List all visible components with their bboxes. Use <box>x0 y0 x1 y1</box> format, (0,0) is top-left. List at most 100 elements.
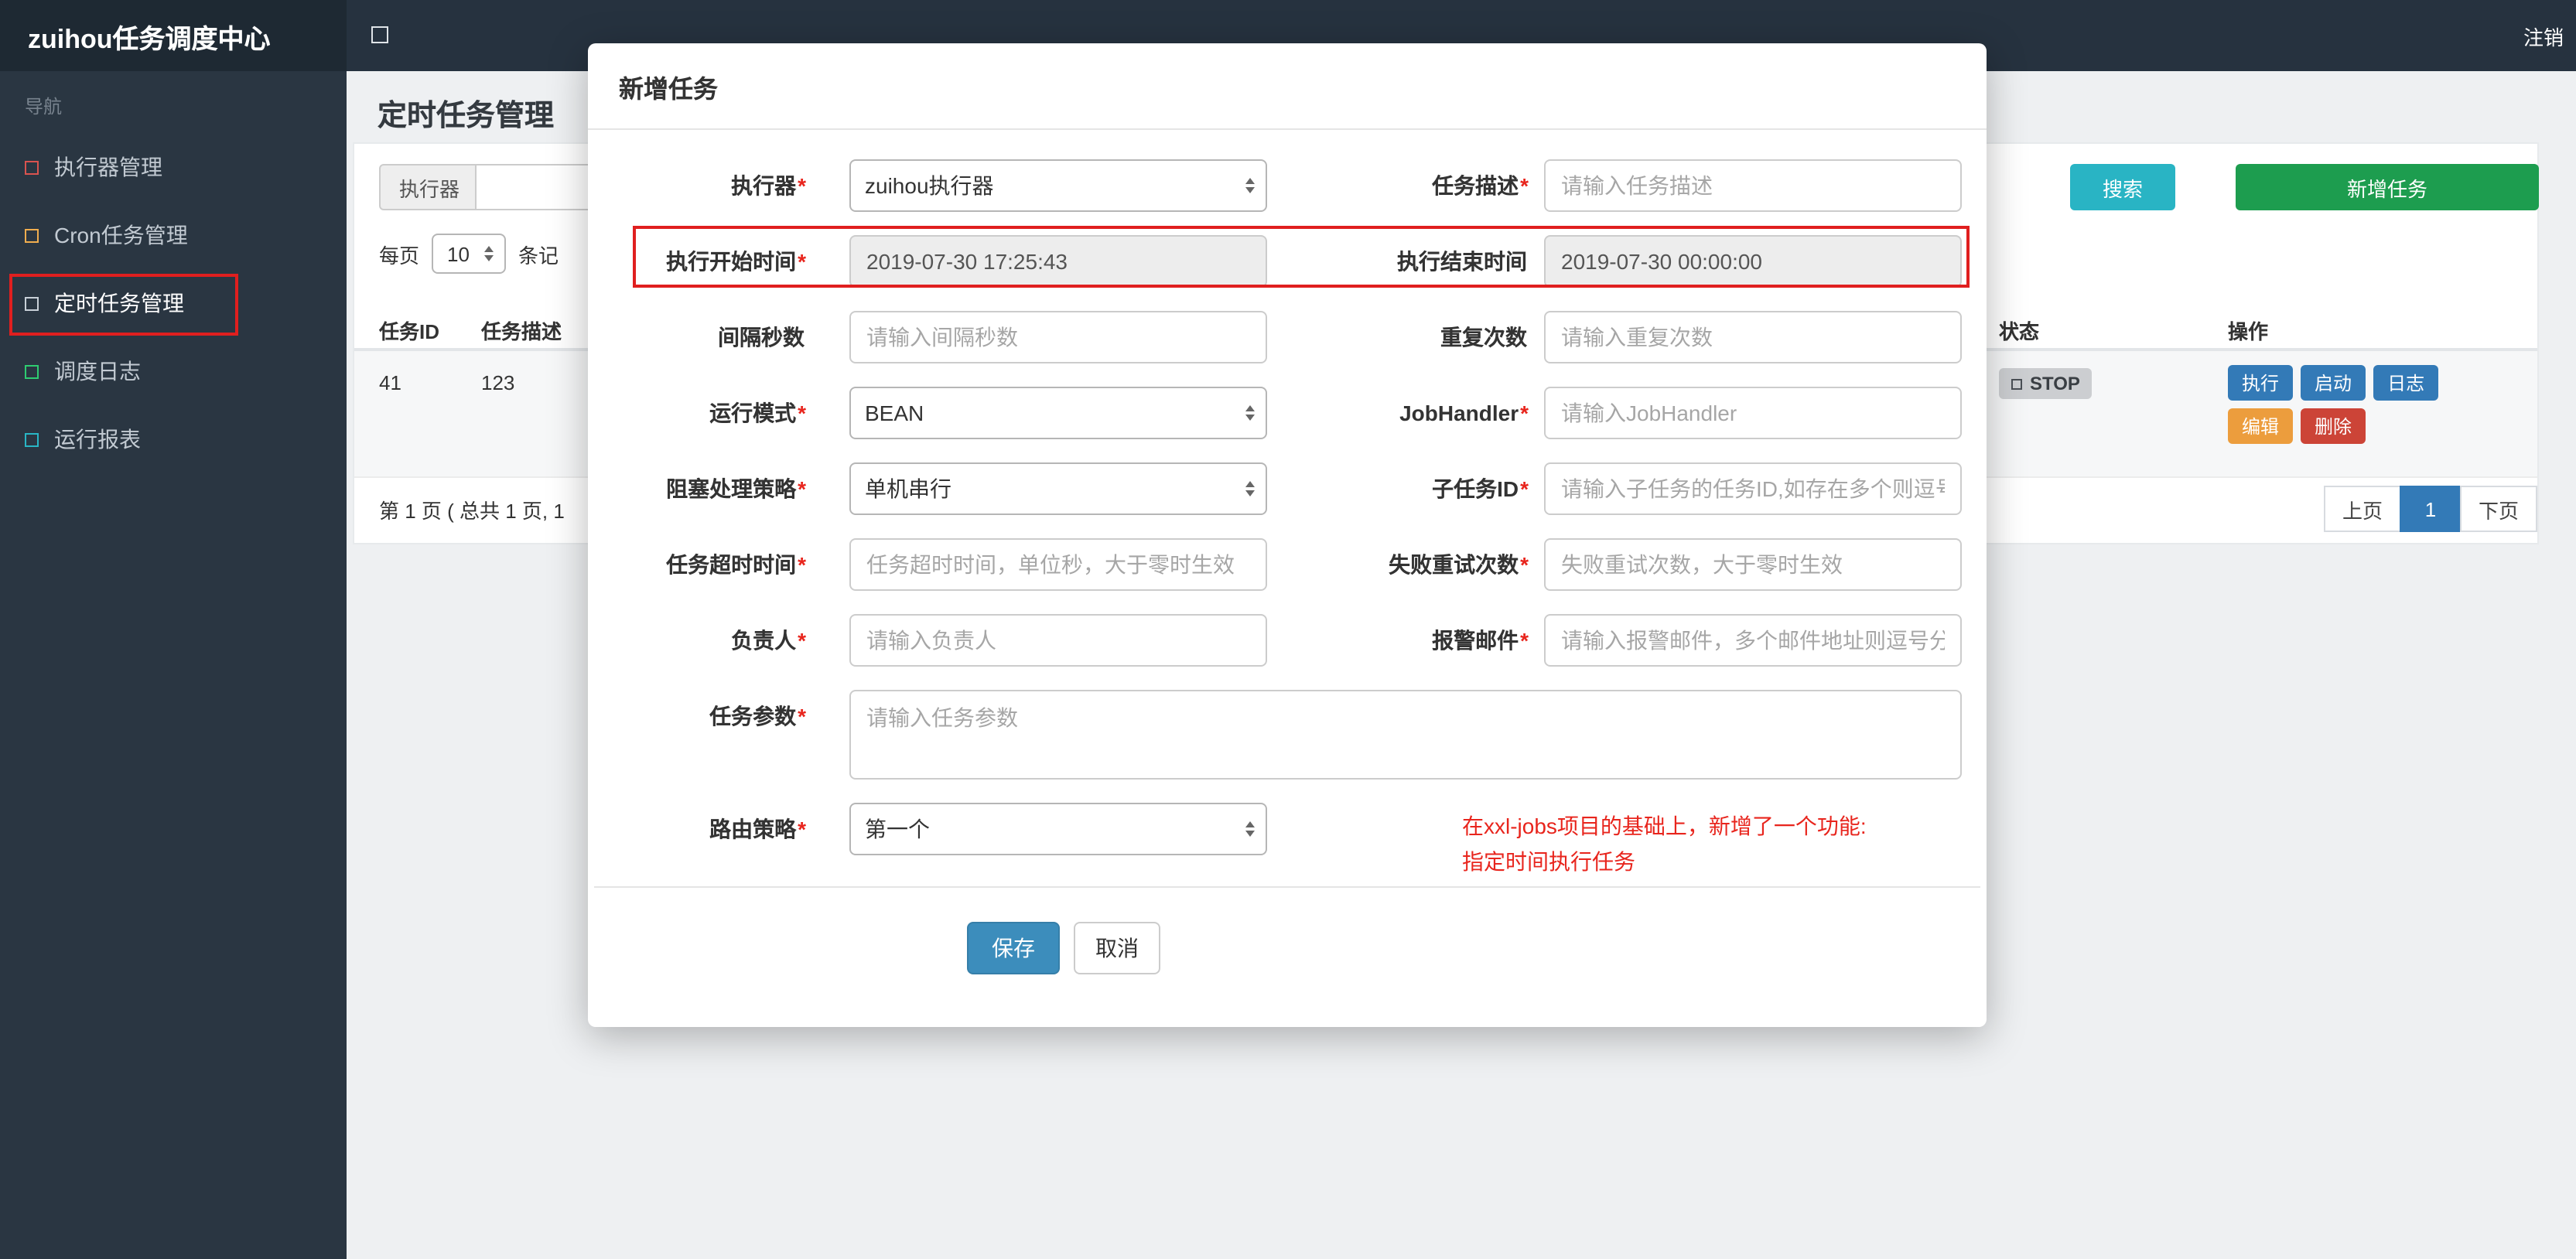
log-button[interactable]: 日志 <box>2373 365 2439 401</box>
sidebar-item-timed-task-management[interactable]: 定时任务管理 <box>0 269 347 337</box>
cron-square-icon <box>25 228 39 242</box>
dispatch-log-square-icon <box>25 364 39 378</box>
required-asterisk: * <box>1520 628 1529 653</box>
select-arrows-icon <box>1245 821 1255 837</box>
sidebar-item-executor-management[interactable]: 执行器管理 <box>0 133 347 201</box>
save-button[interactable]: 保存 <box>967 922 1060 974</box>
run-mode-select[interactable]: BEAN <box>849 387 1267 439</box>
search-button[interactable]: 搜索 <box>2070 164 2175 210</box>
modal-body: 执行器* zuihou执行器 任务描述* 执行开始时间* 执行结束时间 间隔秒数 <box>588 130 1987 874</box>
job-desc-label: 任务描述 * <box>1298 170 1529 201</box>
sidebar-item-label: 定时任务管理 <box>54 291 184 316</box>
pagination-summary: 第 1 页 ( 总共 1 页, 1 <box>379 500 565 523</box>
per-page-select[interactable]: 10 <box>432 234 507 274</box>
per-page-prefix: 每页 <box>379 244 420 267</box>
brand-title: zuihou任务调度中心 <box>0 0 347 71</box>
label-text: 执行开始时间 <box>666 249 797 274</box>
sidebar-item-label: 运行报表 <box>54 427 141 452</box>
jobhandler-input[interactable] <box>1544 387 1962 439</box>
select-arrows-icon <box>1245 405 1255 421</box>
required-asterisk: * <box>1520 476 1529 501</box>
sidebar-item-label: 调度日志 <box>54 359 141 384</box>
run-mode-select-value: BEAN <box>865 401 924 425</box>
route-strategy-select-value: 第一个 <box>865 817 930 841</box>
start-time-label: 执行开始时间 * <box>619 246 806 277</box>
select-arrows-icon <box>484 246 494 261</box>
jobhandler-label: JobHandler * <box>1298 401 1529 425</box>
edit-button[interactable]: 编辑 <box>2228 408 2294 444</box>
repeat-count-input[interactable] <box>1544 311 1962 363</box>
fail-retry-label: 失败重试次数 * <box>1298 549 1529 580</box>
owner-label: 负责人 * <box>619 625 806 656</box>
executor-select[interactable]: zuihou执行器 <box>849 159 1267 212</box>
col-header-actions: 操作 <box>2228 320 2269 343</box>
modal-footer: 保存 取消 <box>967 922 1987 974</box>
stop-square-icon <box>2011 378 2022 389</box>
start-time-input[interactable] <box>849 235 1267 288</box>
next-page-button[interactable]: 下页 <box>2459 486 2537 532</box>
sidebar-toggle-icon[interactable] <box>371 26 388 43</box>
prev-page-button[interactable]: 上页 <box>2323 486 2401 532</box>
sidebar-item-run-report[interactable]: 运行报表 <box>0 405 347 473</box>
executor-select-value: zuihou执行器 <box>865 173 994 198</box>
col-header-status: 状态 <box>1999 320 2040 343</box>
col-header-task-desc: 任务描述 <box>481 320 562 343</box>
per-page-row: 每页 10 条记 <box>379 234 559 274</box>
label-text: 负责人 <box>731 628 797 653</box>
required-asterisk: * <box>1520 401 1529 425</box>
fail-retry-input[interactable] <box>1544 538 1962 591</box>
modal-footer-divider <box>594 886 1980 888</box>
modal-title: 新增任务 <box>588 43 1987 130</box>
required-asterisk: * <box>798 249 806 274</box>
add-task-button[interactable]: 新增任务 <box>2236 164 2539 210</box>
alarm-email-input[interactable] <box>1544 614 1962 667</box>
required-asterisk: * <box>798 401 806 425</box>
label-text: JobHandler <box>1399 401 1519 425</box>
delete-button[interactable]: 删除 <box>2301 408 2366 444</box>
timed-task-square-icon <box>25 296 39 310</box>
status-badge: STOP <box>1999 368 2093 399</box>
required-asterisk: * <box>798 173 806 198</box>
block-strategy-select[interactable]: 单机串行 <box>849 462 1267 515</box>
form-row-executor: 执行器 * zuihou执行器 任务描述 * <box>619 159 1962 212</box>
required-asterisk: * <box>798 704 806 728</box>
end-time-label: 执行结束时间 <box>1298 246 1529 277</box>
label-text: 任务描述 <box>1432 173 1519 198</box>
label-text: 执行器 <box>731 173 797 198</box>
end-time-input[interactable] <box>1544 235 1962 288</box>
run-button[interactable]: 执行 <box>2228 365 2294 401</box>
select-arrows-icon <box>1245 178 1255 193</box>
required-asterisk: * <box>798 552 806 577</box>
form-row-owner: 负责人* 报警邮件* <box>619 614 1962 667</box>
run-mode-label: 运行模式 * <box>619 397 806 428</box>
child-job-input[interactable] <box>1544 462 1962 515</box>
job-param-textarea[interactable] <box>849 690 1962 780</box>
sidebar-item-label: 执行器管理 <box>54 155 162 179</box>
timeout-input[interactable] <box>849 538 1267 591</box>
job-desc-input[interactable] <box>1544 159 1962 212</box>
repeat-count-label: 重复次数 <box>1298 322 1529 353</box>
start-button[interactable]: 启动 <box>2301 365 2366 401</box>
sidebar-item-cron-task-management[interactable]: Cron任务管理 <box>0 201 347 269</box>
cancel-button[interactable]: 取消 <box>1074 922 1160 974</box>
alarm-email-label: 报警邮件 * <box>1298 625 1529 656</box>
label-text: 重复次数 <box>1440 325 1527 350</box>
label-text: 失败重试次数 <box>1389 552 1519 577</box>
current-page-button[interactable]: 1 <box>2399 486 2462 532</box>
sidebar: 导航 执行器管理 Cron任务管理 定时任务管理 调度日志 运行报表 <box>0 71 347 1259</box>
label-text: 子任务ID <box>1432 476 1519 501</box>
route-strategy-select[interactable]: 第一个 <box>849 803 1267 855</box>
interval-input[interactable] <box>849 311 1267 363</box>
executor-filter-label: 执行器 <box>379 164 480 210</box>
label-text: 路由策略 <box>709 817 797 841</box>
sidebar-item-dispatch-log[interactable]: 调度日志 <box>0 337 347 405</box>
form-row-route-strategy: 路由策略 * 第一个 在xxl-jobs项目的基础上，新增了一个功能: 指定时间执… <box>619 803 1962 874</box>
job-param-label: 任务参数 * <box>619 690 806 742</box>
logout-link[interactable]: 注销 <box>2523 22 2564 51</box>
required-asterisk: * <box>1520 552 1529 577</box>
interval-label: 间隔秒数 <box>619 322 806 353</box>
owner-input[interactable] <box>849 614 1267 667</box>
block-strategy-select-value: 单机串行 <box>865 476 951 501</box>
feature-note-line2: 指定时间执行任务 <box>1462 849 1635 874</box>
label-text: 任务超时时间 <box>666 552 797 577</box>
